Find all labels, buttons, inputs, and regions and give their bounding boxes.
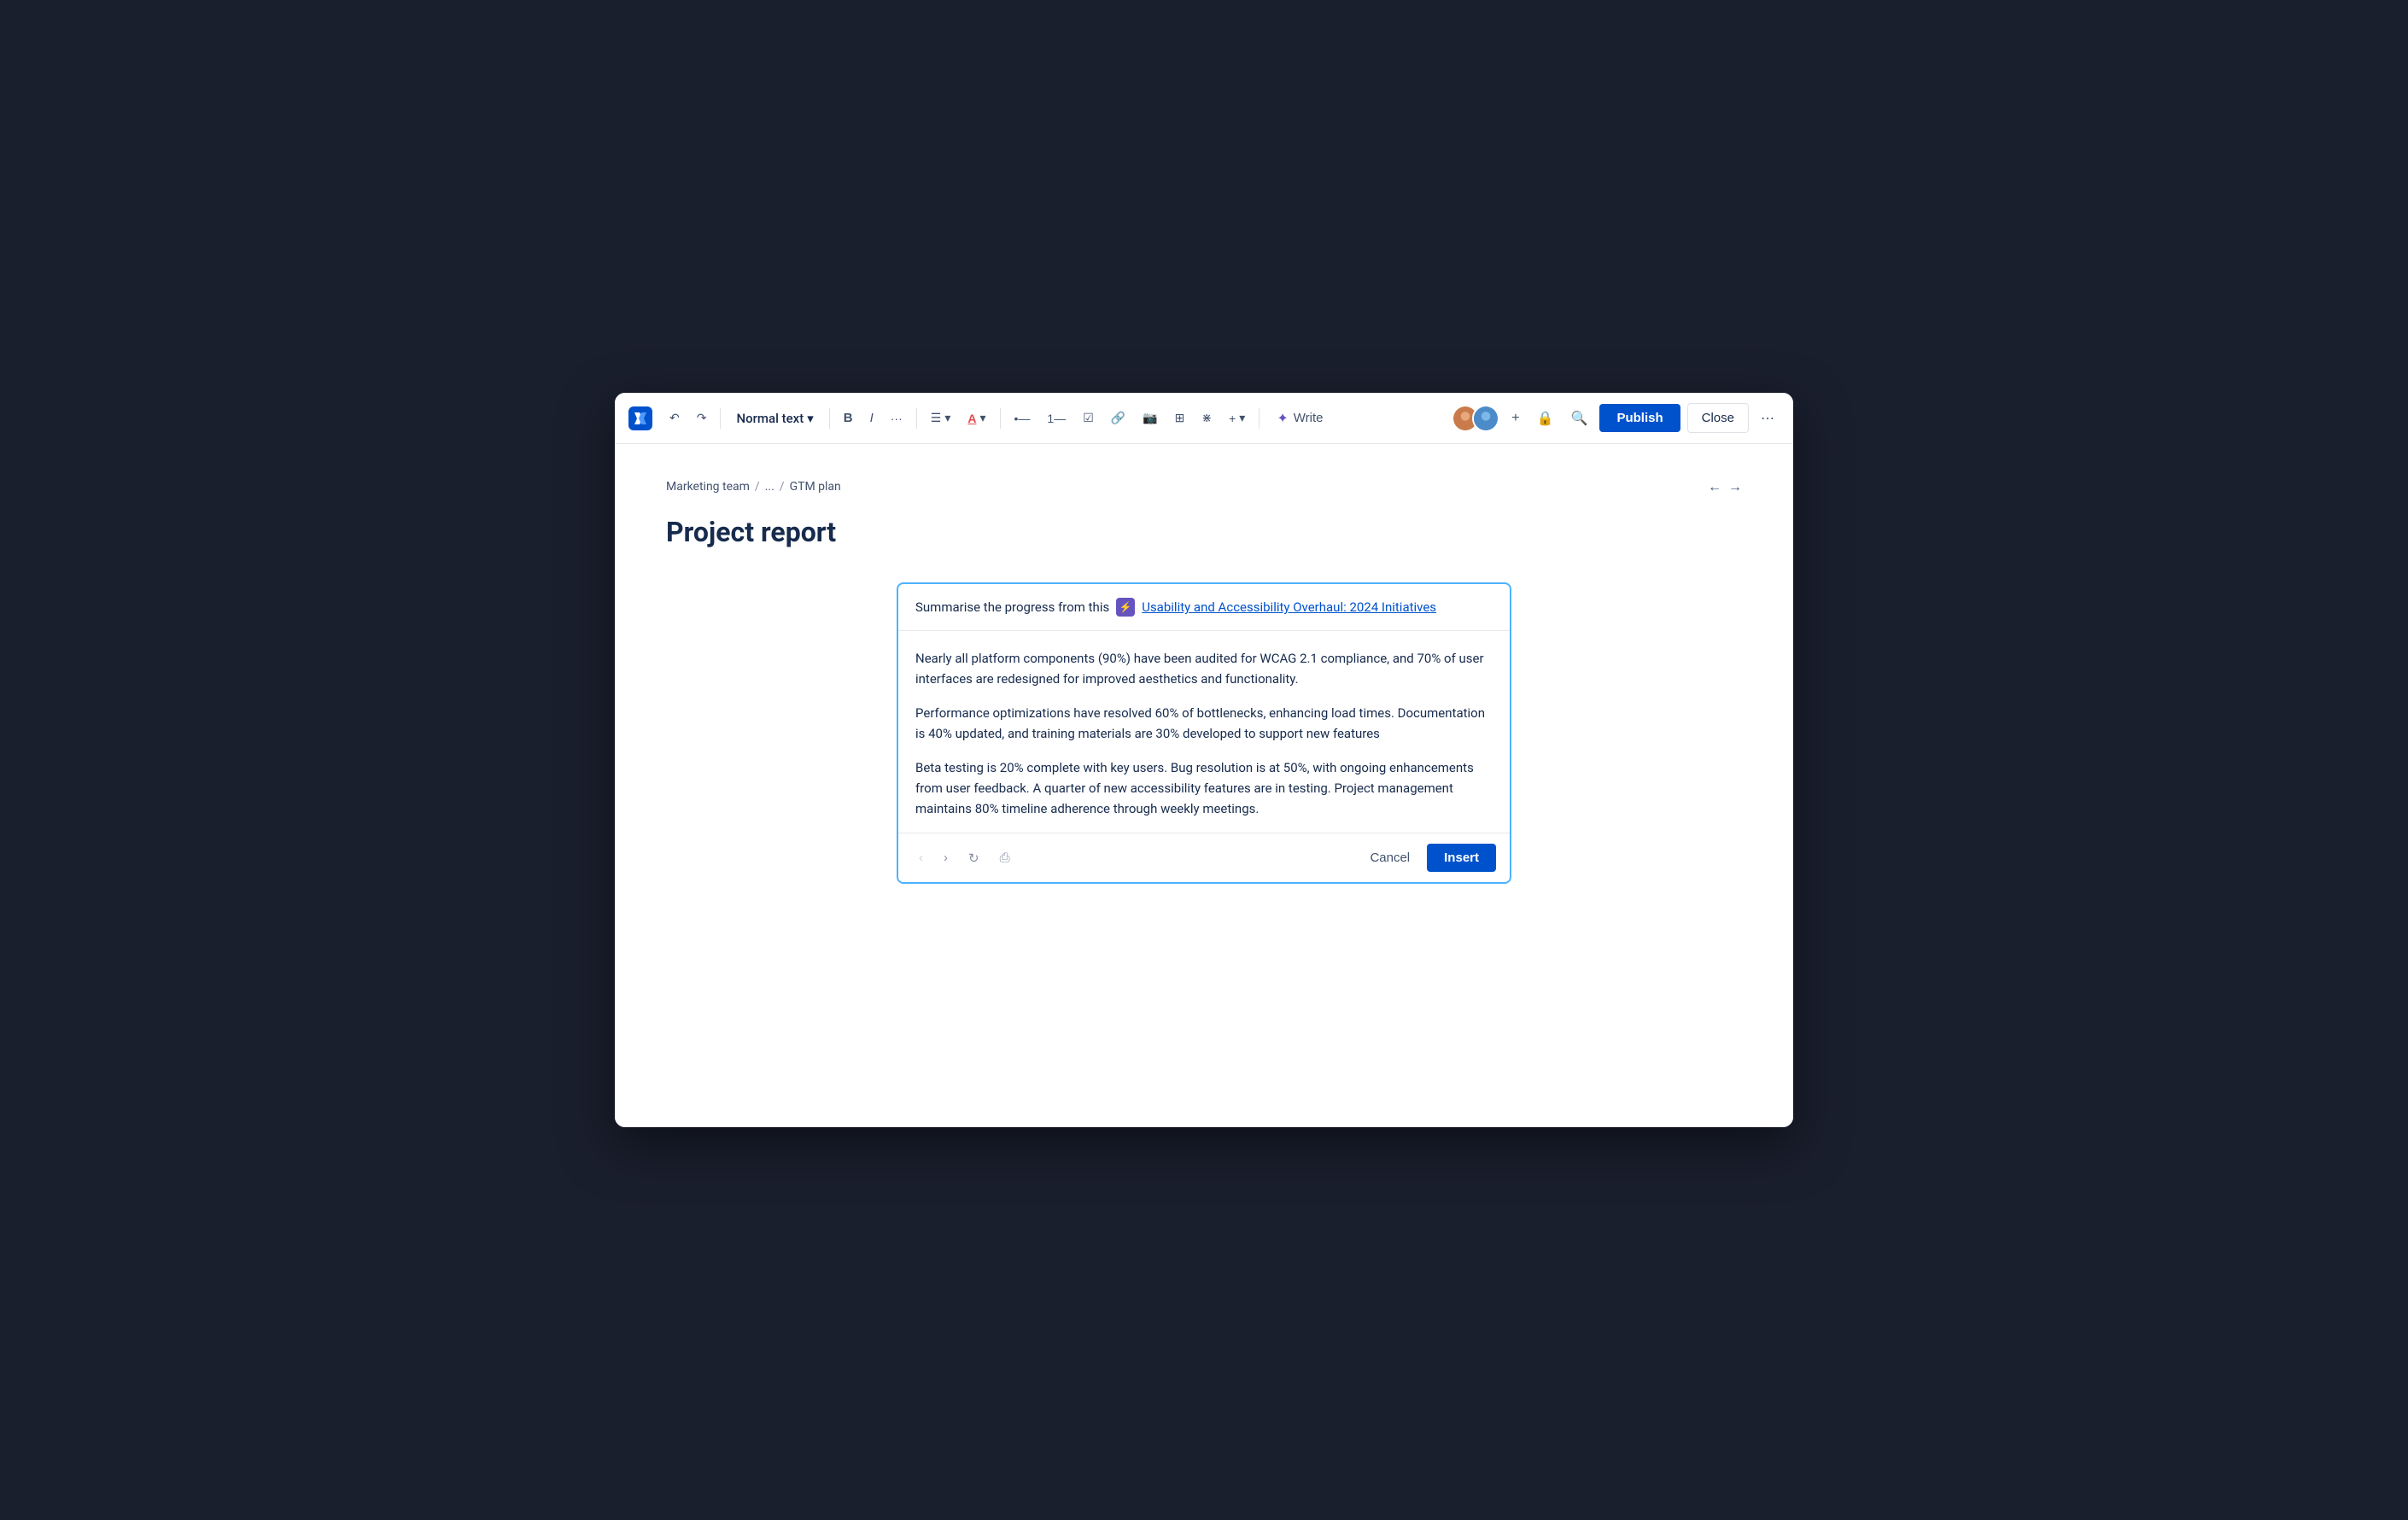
bullet-list-button[interactable]: •— [1008, 406, 1037, 430]
image-button[interactable]: 📷 [1136, 406, 1164, 430]
breadcrumb-sep-2: / [780, 480, 785, 494]
content-area: Marketing team / ... / GTM plan ← → Proj… [615, 444, 1793, 1127]
numbered-list-button[interactable]: 1— [1040, 406, 1072, 430]
image-icon: 📷 [1143, 411, 1157, 425]
cancel-button[interactable]: Cancel [1359, 844, 1420, 872]
ai-prompt-link[interactable]: Usability and Accessibility Overhaul: 20… [1142, 599, 1436, 615]
ai-prompt-bar: Summarise the progress from this ⚡ Usabi… [898, 584, 1510, 631]
separator-3 [916, 408, 917, 429]
ai-footer: ‹ › ↻ ⎙ Cancel Insert [898, 833, 1510, 882]
ai-prompt-prefix: Summarise the progress from this [915, 599, 1109, 615]
ai-next-button[interactable]: › [937, 845, 955, 870]
ai-paragraph-1: Nearly all platform components (90%) hav… [915, 648, 1493, 689]
ai-footer-right: Cancel Insert [1359, 844, 1496, 872]
bold-button[interactable]: B [837, 406, 860, 430]
bold-icon: B [844, 411, 853, 425]
breadcrumb-gtm-plan[interactable]: GTM plan [790, 480, 841, 494]
avatar-2 [1472, 405, 1499, 432]
bullet-list-icon: •— [1014, 412, 1031, 425]
ai-copy-button[interactable]: ⎙ [993, 845, 1017, 870]
undo-button[interactable]: ↶ [663, 406, 687, 430]
expand-left-icon: ← [1708, 478, 1721, 495]
insert-button[interactable]: Insert [1427, 844, 1496, 872]
table-button[interactable]: ⊞ [1168, 406, 1192, 430]
more-formatting-button[interactable]: ··· [884, 406, 909, 430]
collaborator-avatars [1452, 405, 1499, 432]
toolbar-right: + 🔒 🔍 Publish Close ⋯ [1452, 403, 1780, 433]
ai-paragraph-2: Performance optimizations have resolved … [915, 703, 1493, 744]
text-color-chevron: ▾ [979, 411, 985, 425]
search-icon: 🔍 [1571, 410, 1588, 427]
ai-regenerate-button[interactable]: ↻ [961, 845, 986, 871]
close-button[interactable]: Close [1687, 403, 1749, 433]
add-collaborator-button[interactable]: + [1506, 406, 1524, 431]
separator-2 [829, 408, 830, 429]
task-list-button[interactable]: ☑ [1076, 406, 1101, 430]
breadcrumb-sep-1: / [755, 480, 760, 494]
editor-window: ↶ ↷ Normal text ▾ B I ··· ☰ ▾ A ▾ [615, 393, 1793, 1127]
write-label: Write [1294, 411, 1324, 425]
page-title: Project report [666, 516, 1742, 548]
ai-content: Nearly all platform components (90%) hav… [898, 631, 1510, 833]
ai-paragraph-3: Beta testing is 20% complete with key us… [915, 757, 1493, 819]
separator-4 [1000, 408, 1001, 429]
ai-bolt-icon: ⚡ [1116, 598, 1135, 617]
more-insert-icon: + [1229, 412, 1236, 425]
more-options-icon: ⋯ [1761, 410, 1774, 427]
avatar-2-image [1474, 406, 1498, 430]
ai-prev-button[interactable]: ‹ [912, 845, 930, 870]
align-button[interactable]: ☰ ▾ [924, 406, 958, 430]
text-color-icon: A [967, 412, 976, 425]
more-insert-button[interactable]: + ▾ [1222, 406, 1252, 430]
more-icon: ··· [891, 412, 903, 425]
text-style-dropdown[interactable]: Normal text ▾ [728, 406, 821, 431]
lock-icon: 🔒 [1537, 410, 1554, 427]
numbered-list-icon: 1— [1047, 412, 1066, 425]
write-ai-button[interactable]: ✦ Write [1266, 405, 1333, 432]
breadcrumb-ellipsis[interactable]: ... [765, 480, 774, 494]
table-icon: ⊞ [1175, 411, 1185, 425]
separator-5 [1259, 408, 1260, 429]
align-chevron: ▾ [944, 411, 950, 425]
text-style-label: Normal text [736, 411, 804, 426]
link-button[interactable]: 🔗 [1104, 406, 1132, 430]
publish-button[interactable]: Publish [1599, 404, 1680, 432]
breadcrumb-marketing-team[interactable]: Marketing team [666, 480, 750, 494]
italic-icon: I [870, 411, 874, 425]
redo-button[interactable]: ↷ [690, 406, 714, 430]
breadcrumb: Marketing team / ... / GTM plan ← → [666, 478, 1742, 495]
align-icon: ☰ [931, 411, 942, 425]
app-logo[interactable] [628, 406, 652, 430]
search-button[interactable]: 🔍 [1566, 405, 1593, 432]
italic-button[interactable]: I [863, 406, 880, 430]
layout-button[interactable]: ⋇ [1195, 406, 1219, 430]
link-icon: 🔗 [1111, 411, 1125, 425]
more-insert-chevron: ▾ [1239, 411, 1245, 425]
task-list-icon: ☑ [1083, 411, 1094, 425]
more-options-button[interactable]: ⋯ [1756, 405, 1780, 432]
expand-right-icon: → [1728, 478, 1742, 495]
toolbar: ↶ ↷ Normal text ▾ B I ··· ☰ ▾ A ▾ [615, 393, 1793, 444]
separator-1 [720, 408, 721, 429]
sparkle-icon: ✦ [1277, 410, 1288, 427]
layout-icon: ⋇ [1201, 411, 1212, 425]
breadcrumb-expand[interactable]: ← → [1708, 478, 1742, 495]
text-style-chevron: ▾ [807, 411, 814, 426]
lock-button[interactable]: 🔒 [1532, 405, 1559, 432]
text-color-button[interactable]: A ▾ [961, 406, 992, 430]
ai-panel: Summarise the progress from this ⚡ Usabi… [897, 582, 1511, 884]
plus-icon: + [1511, 411, 1519, 426]
